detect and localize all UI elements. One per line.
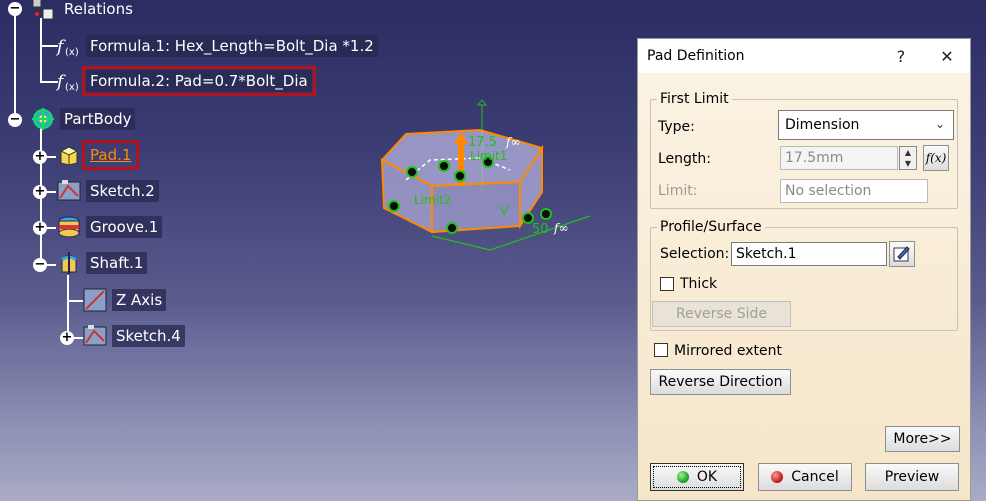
collapse-shaft-button[interactable]: − [33,258,47,272]
shaft-icon [56,250,82,276]
svg-text:(x): (x) [65,47,79,58]
groove-icon [56,214,82,240]
tree-label-relations: Relations [64,0,133,18]
reverse-direction-label: Reverse Direction [658,374,783,390]
formula-icon: f(x) [56,33,82,59]
tree-node-pad-1[interactable]: Pad.1 [56,140,140,170]
spin-down-icon[interactable]: ▼ [900,158,916,169]
length-label: Length: [658,151,712,167]
geometry-viewport[interactable]: 17.5 Limit1 Limit2 V 50 f∞ f∞ [370,99,610,270]
edit-sketch-button[interactable] [889,241,915,267]
cancel-status-icon [771,471,784,483]
more-button[interactable]: More>> [885,426,960,452]
chevron-down-icon: ⌄ [934,117,945,131]
selection-field[interactable]: Sketch.1 [731,242,887,266]
reverse-side-button[interactable]: Reverse Side [652,301,791,327]
tree-label-formula-2: Formula.2: Pad=0.7*Bolt_Dia [82,66,316,96]
formula-icon: f(x) [925,151,947,165]
type-dropdown-value: Dimension [785,117,860,133]
expand-pad-button[interactable]: + [33,150,47,164]
length-field[interactable]: 17.5mm [780,146,898,170]
formula-marker-icon: f∞ [505,135,520,149]
tree-label-z-axis: Z Axis [112,289,167,311]
tree-label-groove-1: Groove.1 [86,216,163,238]
reverse-side-label: Reverse Side [676,306,767,322]
collapse-relations-button[interactable]: − [8,2,22,16]
mirrored-extent-label: Mirrored extent [674,343,783,359]
expand-sketch4-button[interactable]: + [60,331,74,345]
preview-button[interactable]: Preview [865,463,959,491]
tree-node-relations[interactable]: Relations [30,0,137,22]
axis-icon [82,287,108,313]
svg-text:V: V [500,204,509,218]
limit-label: Limit: [658,183,698,199]
limit1-label: Limit1 [470,149,507,163]
thick-label: Thick [680,276,718,292]
dialog-title: Pad Definition [647,48,745,64]
profile-surface-legend: Profile/Surface [660,219,762,235]
tree-connector [67,300,83,302]
length-field-value: 17.5mm [785,150,844,166]
first-limit-legend: First Limit [660,91,729,107]
tree-connector [40,18,42,82]
tree-node-shaft-1[interactable]: Shaft.1 [56,250,148,276]
limit-field[interactable]: No selection [780,179,928,203]
dialog-titlebar[interactable]: Pad Definition ? ✕ [638,39,970,73]
cancel-button-label: Cancel [791,469,839,485]
relations-icon [30,0,56,22]
tree-label-partbody: PartBody [60,108,136,130]
spin-up-icon[interactable]: ▲ [900,147,916,158]
tree-label-pad-1: Pad.1 [81,140,140,170]
selection-field-value: Sketch.1 [736,246,797,262]
tree-label-sketch-4: Sketch.4 [112,325,185,347]
formula-marker-icon: f∞ [553,221,568,235]
sketch-icon [82,323,108,349]
preview-button-label: Preview [884,469,940,485]
selection-label: Selection: [660,246,730,262]
hex-pad-preview: 17.5 Limit1 Limit2 V 50 f∞ f∞ [380,99,591,251]
pad-definition-dialog: Pad Definition ? ✕ First Limit Type: Dim… [637,38,971,501]
more-button-label: More>> [893,431,952,447]
close-button[interactable]: ✕ [924,47,970,66]
partbody-icon [30,106,56,132]
limit2-label: Limit2 [414,193,451,207]
expand-groove-button[interactable]: + [33,221,47,235]
tree-label-formula-1: Formula.1: Hex_Length=Bolt_Dia *1.2 [86,35,378,57]
tree-node-sketch-4[interactable]: Sketch.4 [82,323,185,349]
cancel-button[interactable]: Cancel [758,463,852,491]
tree-label-shaft-1: Shaft.1 [86,252,148,274]
tree-node-partbody[interactable]: PartBody [30,106,136,132]
thick-checkbox[interactable] [660,277,674,291]
ok-button-label: OK [696,469,718,485]
help-button[interactable]: ? [878,47,924,66]
type-dropdown[interactable]: Dimension ⌄ [778,110,954,140]
expand-sketch2-button[interactable]: + [33,185,47,199]
tree-node-formula-1[interactable]: f (x) Formula.1: Hex_Length=Bolt_Dia *1.2 [56,33,378,59]
edit-sketch-icon [893,246,910,262]
tree-label-sketch-2: Sketch.2 [86,180,159,202]
ok-status-icon [676,471,689,483]
sketch-icon [56,178,82,204]
svg-text:(x): (x) [65,82,79,93]
reverse-direction-button[interactable]: Reverse Direction [650,369,791,395]
tree-node-formula-2[interactable]: f (x) Formula.2: Pad=0.7*Bolt_Dia [56,66,316,96]
length-dimension-text[interactable]: 17.5 [468,135,497,150]
limit-field-value: No selection [785,183,872,199]
ok-button[interactable]: OK [650,463,744,491]
pad-icon [56,142,82,168]
type-label: Type: [658,119,695,135]
length-spinner[interactable]: ▲ ▼ [899,146,917,170]
length-formula-button[interactable]: f(x) [923,145,949,171]
formula-icon: f(x) [56,68,82,94]
tree-node-z-axis[interactable]: Z Axis [82,287,167,313]
mirrored-extent-checkbox[interactable] [654,343,668,357]
tree-node-groove-1[interactable]: Groove.1 [56,214,163,240]
tree-connector [14,10,16,120]
width-dimension-text[interactable]: 50 [532,222,549,237]
collapse-partbody-button[interactable]: − [8,113,22,127]
tree-node-sketch-2[interactable]: Sketch.2 [56,178,159,204]
